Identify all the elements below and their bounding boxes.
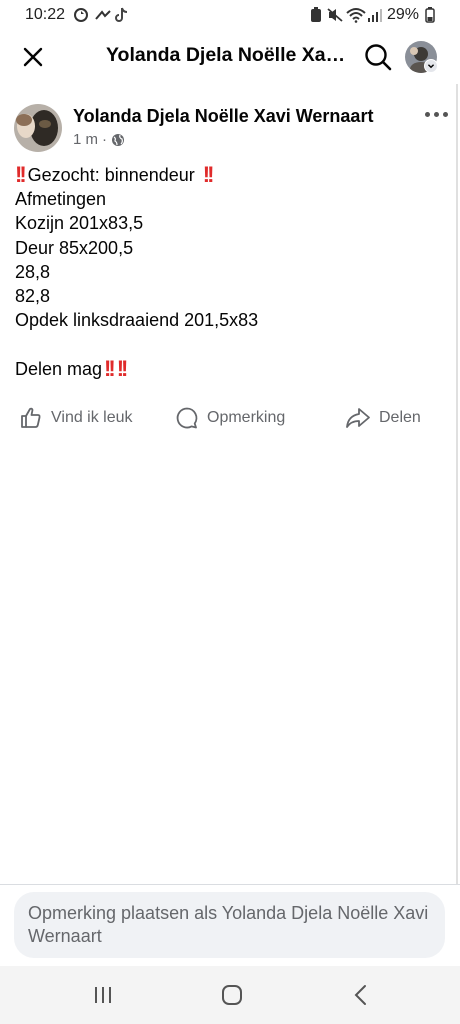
comment-input[interactable]: Opmerking plaatsen als Yolanda Djela Noë… (14, 892, 445, 958)
battery-icon (425, 7, 435, 23)
globe-icon (112, 133, 125, 146)
page-title: Yolanda Djela Noëlle Xavier Wernaart (106, 44, 352, 66)
post-time: 1 m (73, 131, 99, 148)
battery-percentage: 29% (387, 6, 420, 23)
scrollbar (456, 84, 458, 884)
double-exclamation-icon: !! (15, 162, 27, 187)
post-line: Deur 85x200,5 (15, 237, 134, 258)
like-label: Vind ik leuk (51, 409, 133, 426)
tiktok-icon (115, 7, 128, 22)
thumbs-up-icon (21, 407, 41, 428)
post-actions: Vind ik leuk Opmerking Delen (0, 400, 460, 436)
post-line: Kozijn 201x83,5 (15, 213, 144, 234)
like-button[interactable]: Vind ik leuk (19, 400, 133, 436)
double-exclamation-icon: !! (116, 355, 129, 381)
home-icon[interactable] (217, 983, 247, 1007)
comment-label: Opmerking (207, 409, 286, 426)
double-exclamation-icon: !! (202, 162, 215, 187)
author-avatar[interactable] (14, 104, 62, 152)
close-icon[interactable] (18, 42, 48, 72)
share-button[interactable]: Delen (345, 400, 421, 436)
chevron-down-icon[interactable] (424, 59, 438, 73)
post-line: 82,8 (15, 285, 51, 306)
status-bar: 10:22 29% (0, 0, 460, 30)
author-name[interactable]: Yolanda Djela Noëlle Xavi Wernaart (73, 106, 373, 127)
post-text: !! Gezocht: binnendeur !! Afmetingen Koz… (15, 162, 445, 381)
post-line: Afmetingen (15, 189, 107, 210)
post-line: !! Gezocht: binnendeur !! (15, 162, 215, 187)
comment-icon (176, 407, 198, 429)
wifi-icon (346, 8, 366, 23)
more-options-icon[interactable] (420, 100, 452, 128)
back-icon[interactable] (346, 983, 376, 1007)
share-icon (346, 408, 370, 428)
meta-separator: · (102, 131, 108, 148)
comment-button[interactable]: Opmerking (175, 400, 285, 436)
search-icon[interactable] (362, 41, 394, 73)
app-header: Yolanda Djela Noëlle Xavier Wernaart (0, 30, 460, 84)
system-nav-bar (0, 966, 460, 1024)
post-line: Opdek linksdraaiend 201,5x83 (15, 310, 259, 331)
recent-apps-icon[interactable] (88, 983, 118, 1007)
post-line: 28,8 (15, 261, 51, 282)
divider (0, 884, 460, 885)
double-exclamation-icon: !! (104, 355, 116, 381)
share-label: Delen (379, 409, 421, 426)
status-time: 10:22 (25, 6, 66, 23)
battery-saver-icon (311, 7, 321, 22)
post-line: Delen mag !! !! (15, 355, 129, 381)
post-line (15, 332, 445, 356)
post-meta: 1 m · (73, 131, 125, 148)
signal-icon (368, 9, 382, 22)
missed-call-icon (95, 10, 111, 20)
sync-icon (74, 8, 88, 22)
mute-icon (327, 8, 343, 22)
